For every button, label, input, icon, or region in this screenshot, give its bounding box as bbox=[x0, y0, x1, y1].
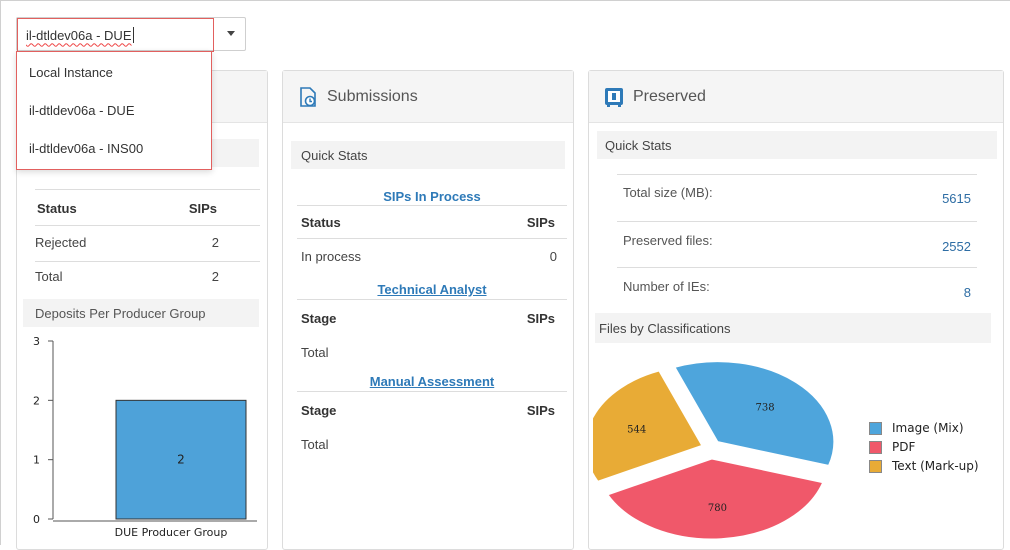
pie-data-label: 738 bbox=[756, 402, 775, 413]
dropdown-option-local-instance[interactable]: Local Instance bbox=[17, 54, 211, 90]
legend-swatch bbox=[869, 440, 882, 454]
technical-analyst-link[interactable]: Technical Analyst bbox=[297, 282, 567, 297]
y-tick-label: 3 bbox=[33, 335, 40, 348]
y-tick-label: 1 bbox=[33, 454, 40, 467]
preserved-quick-stats-bar: Quick Stats bbox=[597, 131, 997, 159]
deposits-status-header: Status SIPs bbox=[37, 201, 217, 216]
preserved-panel-header: Preserved bbox=[589, 71, 1003, 123]
table-row: Total bbox=[301, 437, 329, 452]
classification-pie-chart: 738 780 544 bbox=[593, 361, 835, 540]
legend-item: Text (Mark-up) bbox=[869, 459, 979, 473]
instance-select[interactable]: il-dtldev06a - DUE bbox=[16, 17, 246, 52]
submissions-icon bbox=[300, 86, 316, 107]
y-tick-label: 2 bbox=[33, 394, 40, 407]
files-by-classifications-title: Files by Classifications bbox=[595, 313, 991, 343]
submissions-quick-stats-bar: Quick Stats bbox=[291, 141, 565, 169]
stat-preserved-files: Preserved files: 2552 bbox=[623, 233, 971, 254]
dropdown-option-dtldev06a-due[interactable]: il-dtldev06a - DUE bbox=[17, 92, 211, 128]
dropdown-option-dtldev06a-ins00[interactable]: il-dtldev06a - INS00 bbox=[17, 130, 211, 166]
vault-icon bbox=[605, 87, 623, 107]
table-row: Rejected 2 bbox=[35, 235, 219, 250]
pie-slice bbox=[674, 361, 835, 466]
pie-slice bbox=[593, 370, 703, 482]
legend-item: Image (Mix) bbox=[869, 421, 964, 435]
legend-item: PDF bbox=[869, 440, 915, 454]
legend-swatch bbox=[869, 421, 882, 435]
preserved-panel: Preserved Quick Stats Total size (MB): 5… bbox=[588, 70, 1004, 550]
submissions-panel: Submissions Quick Stats SIPs In Process … bbox=[282, 70, 574, 550]
stat-number-of-ies: Number of IEs: 8 bbox=[623, 279, 971, 300]
legend-swatch bbox=[869, 459, 882, 473]
pie-data-label: 544 bbox=[627, 424, 646, 435]
instance-dropdown-menu: Local Instance il-dtldev06a - DUE il-dtl… bbox=[16, 51, 212, 170]
chevron-down-icon[interactable] bbox=[227, 31, 235, 36]
preserved-title: Preserved bbox=[633, 87, 706, 105]
bar-data-label: 2 bbox=[177, 453, 185, 467]
sips-in-process-title: SIPs In Process bbox=[383, 189, 481, 204]
y-tick-label: 0 bbox=[33, 513, 40, 526]
table-row: In process 0 bbox=[301, 249, 557, 264]
stat-total-size: Total size (MB): 5615 bbox=[623, 185, 971, 206]
x-tick-label: DUE Producer Group bbox=[115, 526, 228, 539]
pie-slice bbox=[607, 458, 824, 540]
table-row: Total bbox=[301, 345, 329, 360]
instance-select-input[interactable]: il-dtldev06a - DUE bbox=[17, 18, 214, 52]
deposits-chart-title: Deposits Per Producer Group bbox=[23, 299, 259, 327]
table-row: Total 2 bbox=[35, 269, 219, 284]
deposits-bar-chart: 0 1 2 3 2 DUE Producer Group bbox=[33, 335, 257, 539]
submissions-title: Submissions bbox=[327, 87, 418, 105]
manual-assessment-link[interactable]: Manual Assessment bbox=[297, 374, 567, 389]
pie-data-label: 780 bbox=[708, 503, 727, 514]
submissions-panel-header: Submissions bbox=[283, 71, 573, 123]
